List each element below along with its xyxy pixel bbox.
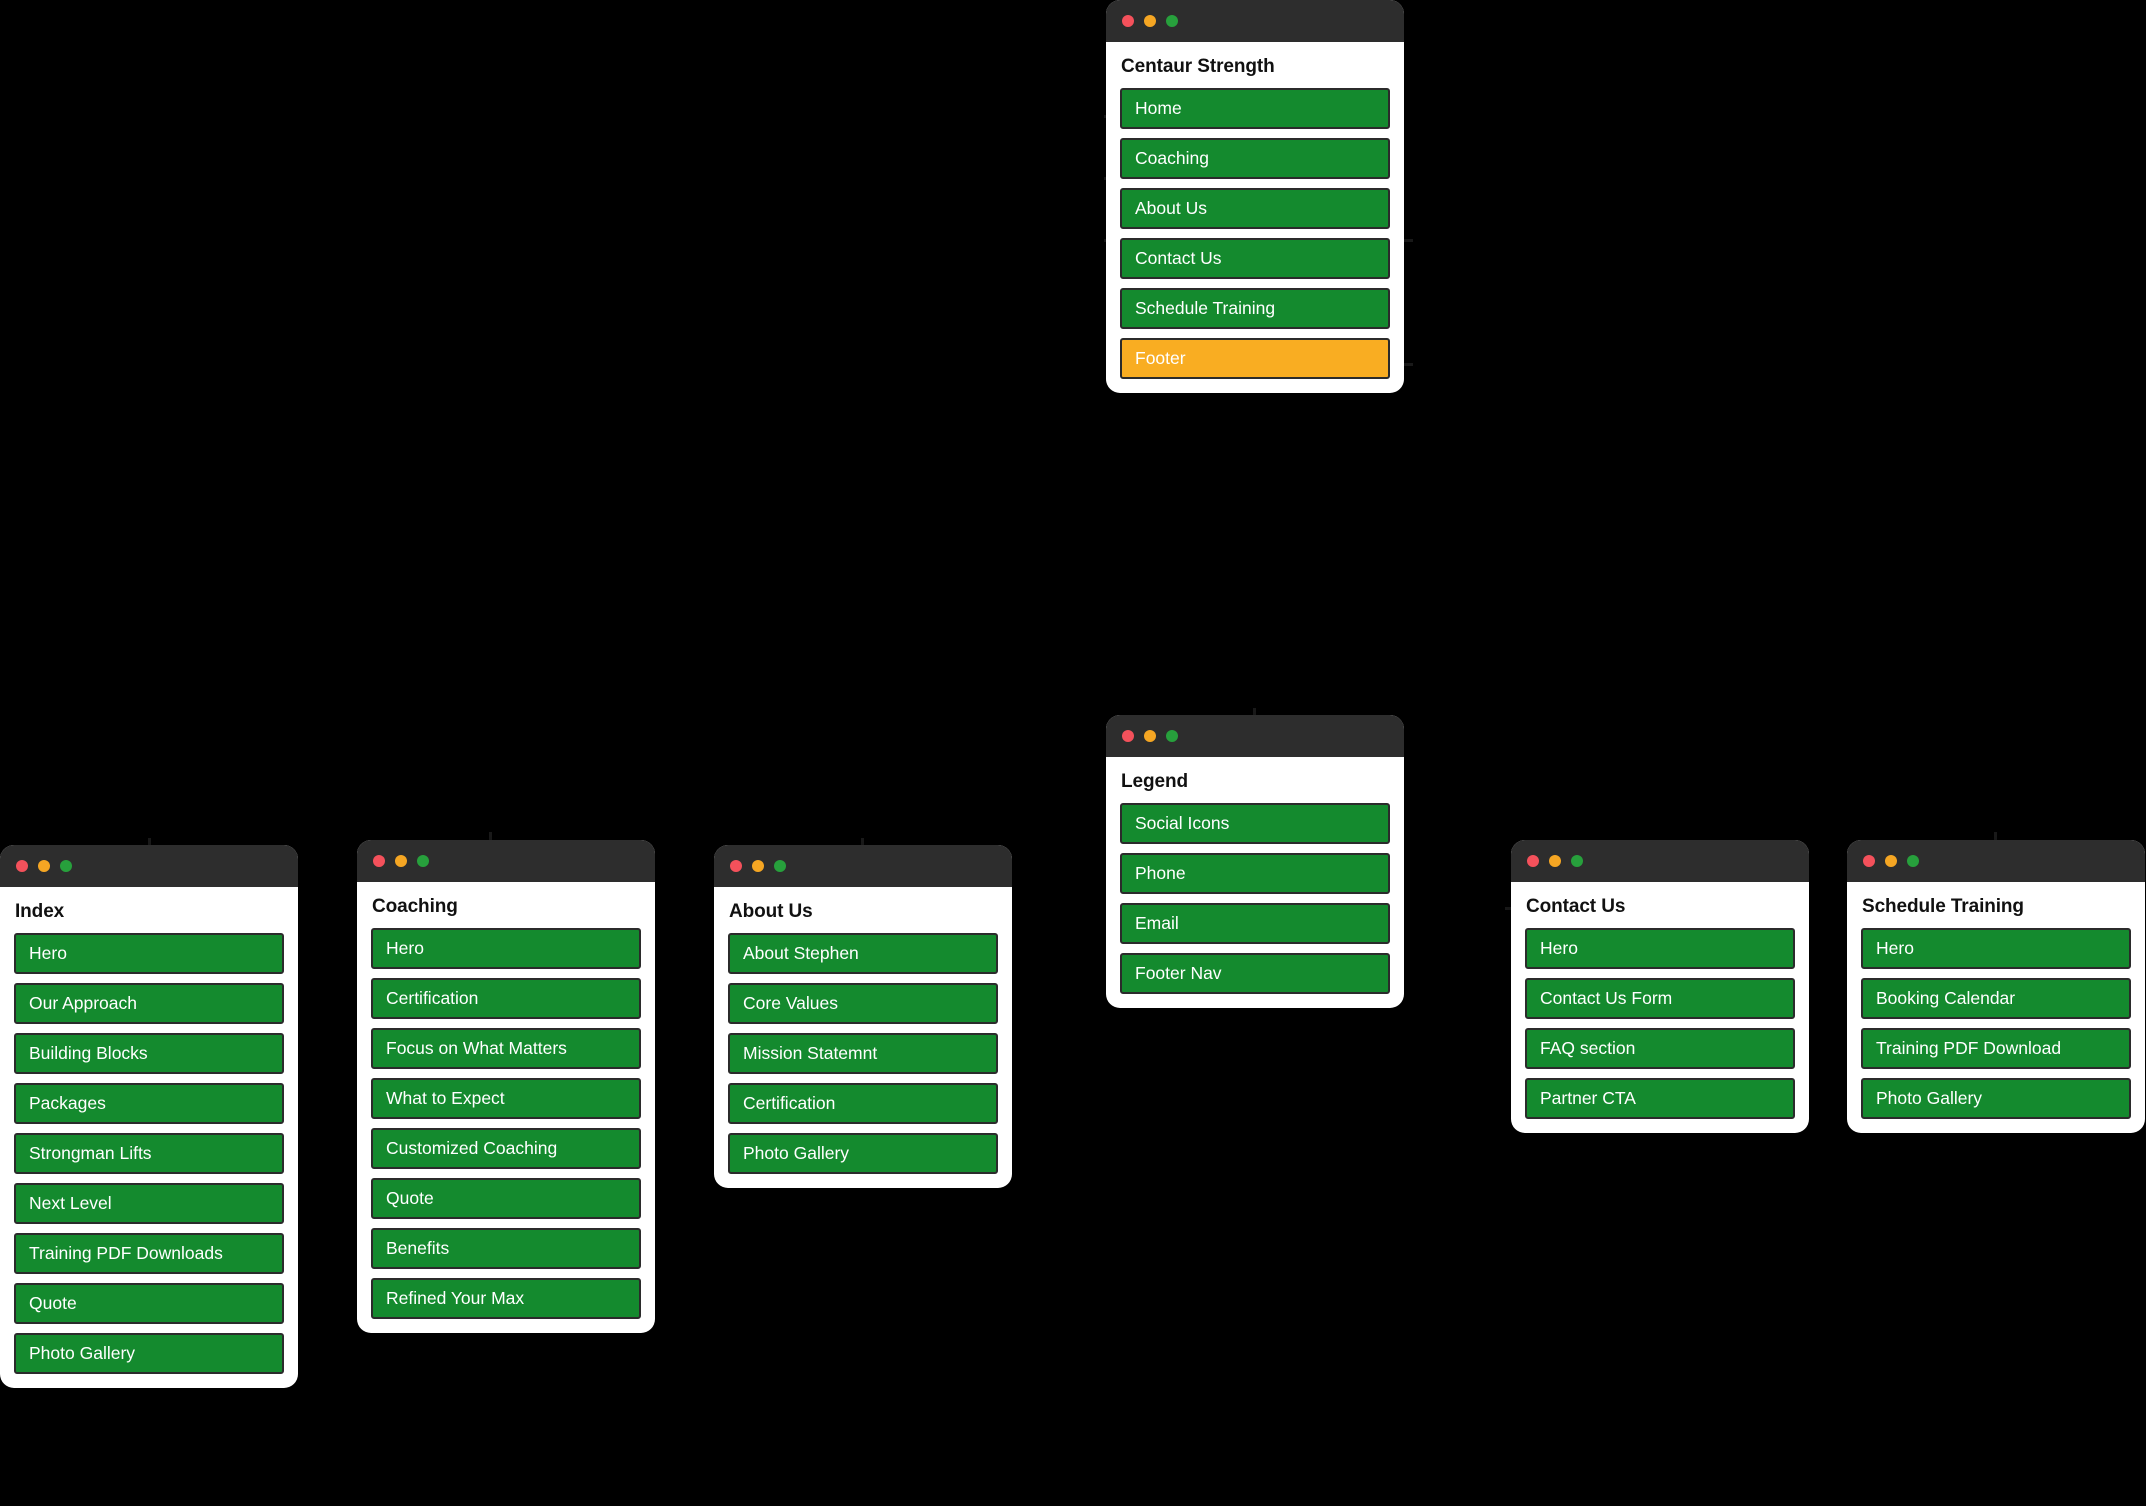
node-what-to-expect[interactable]: What to Expect (371, 1077, 641, 1119)
node-next-level[interactable]: Next Level (14, 1182, 284, 1224)
maximize-dot-icon[interactable] (417, 855, 429, 867)
node-partner-cta[interactable]: Partner CTA (1525, 1077, 1795, 1119)
card-body: Schedule Training Hero Booking Calendar … (1847, 882, 2145, 1133)
maximize-dot-icon[interactable] (60, 860, 72, 872)
card-title: Contact Us (1526, 896, 1626, 917)
card-body: Legend Social Icons Phone Email Footer N… (1106, 757, 1404, 1008)
close-dot-icon[interactable] (373, 855, 385, 867)
card-index[interactable]: Index Hero Our Approach Building Blocks … (0, 845, 298, 1388)
node-packages[interactable]: Packages (14, 1082, 284, 1124)
node-building-blocks[interactable]: Building Blocks (14, 1032, 284, 1074)
minimize-dot-icon[interactable] (1885, 855, 1897, 867)
card-main-nav[interactable]: Centaur Strength Home Coaching About Us … (1106, 0, 1404, 393)
minimize-dot-icon[interactable] (1144, 730, 1156, 742)
node-hero[interactable]: Hero (14, 932, 284, 974)
card-title: Index (15, 901, 65, 922)
node-email[interactable]: Email (1120, 902, 1390, 944)
card-body: Index Hero Our Approach Building Blocks … (0, 887, 298, 1388)
node-photo-gallery[interactable]: Photo Gallery (728, 1132, 998, 1174)
titlebar (714, 845, 1012, 887)
node-photo-gallery[interactable]: Photo Gallery (14, 1332, 284, 1374)
node-phone[interactable]: Phone (1120, 852, 1390, 894)
node-hero[interactable]: Hero (1861, 927, 2131, 969)
titlebar (357, 840, 655, 882)
node-hero[interactable]: Hero (371, 927, 641, 969)
node-strongman-lifts[interactable]: Strongman Lifts (14, 1132, 284, 1174)
maximize-dot-icon[interactable] (1166, 15, 1178, 27)
close-dot-icon[interactable] (1122, 15, 1134, 27)
node-training-pdf-download[interactable]: Training PDF Download (1861, 1027, 2131, 1069)
minimize-dot-icon[interactable] (38, 860, 50, 872)
minimize-dot-icon[interactable] (1144, 15, 1156, 27)
node-coaching[interactable]: Coaching (1120, 137, 1390, 179)
node-contact-us[interactable]: Contact Us (1120, 237, 1390, 279)
node-photo-gallery[interactable]: Photo Gallery (1861, 1077, 2131, 1119)
close-dot-icon[interactable] (1122, 730, 1134, 742)
minimize-dot-icon[interactable] (1549, 855, 1561, 867)
maximize-dot-icon[interactable] (1166, 730, 1178, 742)
node-hero[interactable]: Hero (1525, 927, 1795, 969)
card-body: Centaur Strength Home Coaching About Us … (1106, 42, 1404, 393)
card-contact-us[interactable]: Contact Us Hero Contact Us Form FAQ sect… (1511, 840, 1809, 1133)
titlebar (0, 845, 298, 887)
node-about-us[interactable]: About Us (1120, 187, 1390, 229)
titlebar (1106, 715, 1404, 757)
card-about-us[interactable]: About Us About Stephen Core Values Missi… (714, 845, 1012, 1188)
card-body: About Us About Stephen Core Values Missi… (714, 887, 1012, 1188)
node-contact-us-form[interactable]: Contact Us Form (1525, 977, 1795, 1019)
node-focus-on-what-matters[interactable]: Focus on What Matters (371, 1027, 641, 1069)
card-title: Schedule Training (1862, 896, 2024, 917)
node-training-pdf-downloads[interactable]: Training PDF Downloads (14, 1232, 284, 1274)
node-schedule-training[interactable]: Schedule Training (1120, 287, 1390, 329)
node-footer[interactable]: Footer (1120, 337, 1390, 379)
node-footer-nav[interactable]: Footer Nav (1120, 952, 1390, 994)
node-quote[interactable]: Quote (14, 1282, 284, 1324)
card-schedule-training[interactable]: Schedule Training Hero Booking Calendar … (1847, 840, 2145, 1133)
node-benefits[interactable]: Benefits (371, 1227, 641, 1269)
maximize-dot-icon[interactable] (774, 860, 786, 872)
maximize-dot-icon[interactable] (1907, 855, 1919, 867)
node-certification[interactable]: Certification (728, 1082, 998, 1124)
node-booking-calendar[interactable]: Booking Calendar (1861, 977, 2131, 1019)
node-core-values[interactable]: Core Values (728, 982, 998, 1024)
node-social-icons[interactable]: Social Icons (1120, 802, 1390, 844)
minimize-dot-icon[interactable] (752, 860, 764, 872)
close-dot-icon[interactable] (16, 860, 28, 872)
node-customized-coaching[interactable]: Customized Coaching (371, 1127, 641, 1169)
card-title: Centaur Strength (1121, 56, 1275, 77)
titlebar (1511, 840, 1809, 882)
titlebar (1847, 840, 2145, 882)
node-faq-section[interactable]: FAQ section (1525, 1027, 1795, 1069)
node-our-approach[interactable]: Our Approach (14, 982, 284, 1024)
sitemap-canvas: Centaur Strength Home Coaching About Us … (0, 0, 2146, 1506)
card-body: Coaching Hero Certification Focus on Wha… (357, 882, 655, 1333)
titlebar (1106, 0, 1404, 42)
node-about-stephen[interactable]: About Stephen (728, 932, 998, 974)
node-quote[interactable]: Quote (371, 1177, 641, 1219)
card-title: Legend (1121, 771, 1188, 792)
card-title: About Us (729, 901, 813, 922)
card-legend[interactable]: Legend Social Icons Phone Email Footer N… (1106, 715, 1404, 1008)
minimize-dot-icon[interactable] (395, 855, 407, 867)
close-dot-icon[interactable] (1863, 855, 1875, 867)
close-dot-icon[interactable] (730, 860, 742, 872)
card-coaching[interactable]: Coaching Hero Certification Focus on Wha… (357, 840, 655, 1333)
node-certification[interactable]: Certification (371, 977, 641, 1019)
node-home[interactable]: Home (1120, 87, 1390, 129)
node-mission-statement[interactable]: Mission Statemnt (728, 1032, 998, 1074)
card-title: Coaching (372, 896, 458, 917)
card-body: Contact Us Hero Contact Us Form FAQ sect… (1511, 882, 1809, 1133)
node-refined-your-max[interactable]: Refined Your Max (371, 1277, 641, 1319)
close-dot-icon[interactable] (1527, 855, 1539, 867)
maximize-dot-icon[interactable] (1571, 855, 1583, 867)
